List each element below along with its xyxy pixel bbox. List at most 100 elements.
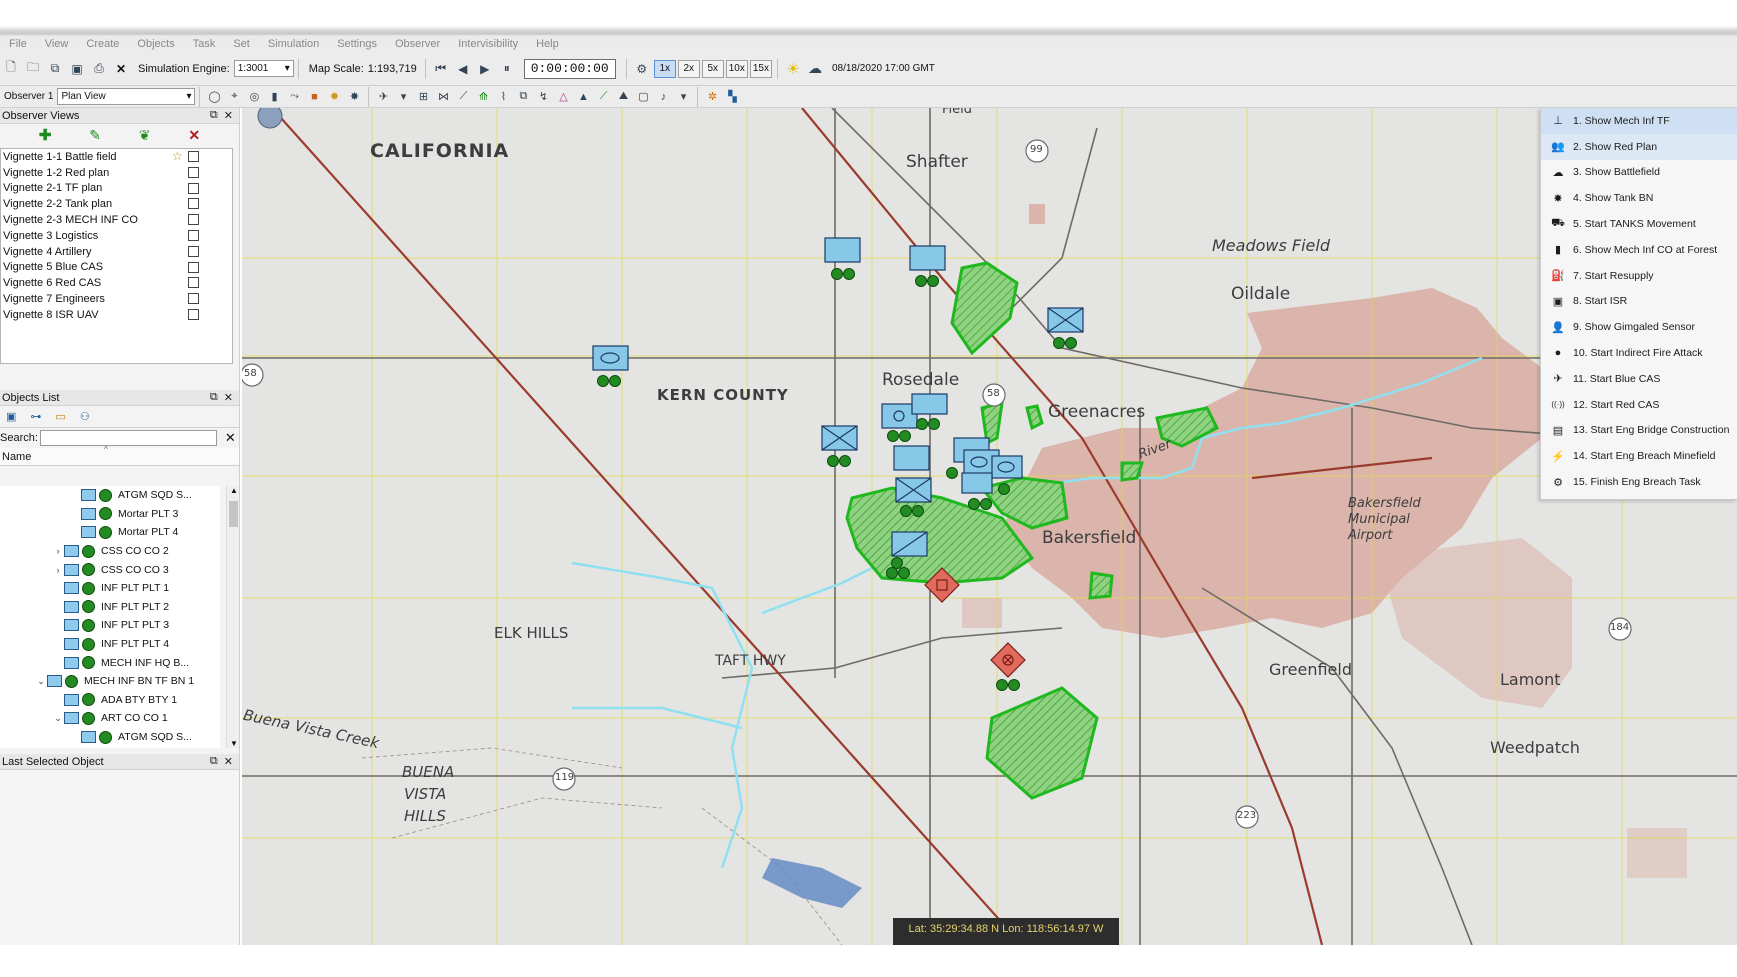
add-view-icon[interactable]: ✚	[39, 126, 52, 144]
menu-item-3[interactable]: ☁ 3. Show Battlefield	[1541, 160, 1737, 186]
tab-hierarchy-icon[interactable]: ⊶	[30, 410, 41, 423]
aircraft-icon[interactable]: ✈	[375, 89, 391, 105]
speed-button-2x[interactable]: 2x	[677, 59, 700, 78]
observer-view-item[interactable]: Vignette 1-2 Red plan	[1, 165, 232, 181]
menu-item-9[interactable]: 👤 9. Show Gimgaled Sensor	[1541, 314, 1737, 340]
menu-item-12[interactable]: ((·)) 12. Start Red CAS	[1541, 392, 1737, 418]
lasso-select-icon[interactable]: ◯	[206, 89, 222, 105]
observer-view-checkbox[interactable]	[188, 261, 199, 273]
menu-item-14[interactable]: ⚡ 14. Start Eng Breach Minefield	[1541, 443, 1737, 469]
skip-start-icon[interactable]: ⏮	[432, 60, 450, 78]
scroll-down-icon[interactable]: ▼	[230, 739, 238, 748]
observer-view-checkbox[interactable]	[188, 245, 199, 257]
battery-icon[interactable]: ▮	[266, 89, 282, 105]
edit-view-icon[interactable]: ✎	[89, 127, 101, 144]
observer-view-checkbox[interactable]	[188, 182, 199, 194]
chevron-down-icon[interactable]: ▾	[675, 89, 691, 105]
explosion-icon[interactable]: ✹	[326, 89, 342, 105]
play-icon[interactable]: ▶	[476, 60, 494, 78]
step-back-icon[interactable]: ◀	[454, 60, 472, 78]
observer-view-item[interactable]: Vignette 2-2 Tank plan	[1, 196, 232, 212]
clear-search-icon[interactable]: ✕	[225, 430, 236, 446]
menu-create[interactable]: Create	[77, 38, 128, 50]
menu-item-6[interactable]: ▮ 6. Show Mech Inf CO at Forest	[1541, 237, 1737, 263]
tree-row[interactable]: ADA BTY BTY 1	[0, 691, 220, 710]
observer-view-checkbox[interactable]	[188, 151, 199, 162]
view-mode-select[interactable]: Plan View ▾	[57, 88, 196, 105]
scroll-thumb[interactable]	[229, 501, 238, 527]
layers-icon[interactable]: ⧉	[515, 89, 531, 105]
observer-view-checkbox[interactable]	[188, 166, 199, 178]
expand-arrow-icon[interactable]: ›	[52, 546, 64, 556]
tab-units-icon[interactable]: ▣	[6, 410, 16, 423]
speed-control-icon[interactable]: ⚙	[633, 60, 651, 78]
menu-objects[interactable]: Objects	[128, 38, 183, 50]
observer-view-item[interactable]: Vignette 1-1 Battle field ☆	[1, 149, 232, 165]
measure-icon[interactable]: ⟋	[455, 89, 471, 105]
network-icon[interactable]: ⋈	[435, 89, 451, 105]
close-panel-icon[interactable]: ✕	[224, 109, 233, 122]
antenna-icon[interactable]: ⌇	[495, 89, 511, 105]
sim-engine-select[interactable]: 1:3001 ▾	[233, 60, 294, 77]
pause-icon[interactable]: ⏸	[498, 60, 516, 78]
chevron-down-icon[interactable]: ▾	[395, 89, 411, 105]
warning-icon[interactable]: △	[555, 89, 571, 105]
map-canvas[interactable]	[242, 108, 1737, 945]
search-input[interactable]	[39, 430, 217, 446]
menu-set[interactable]: Set	[224, 38, 259, 50]
speed-button-5x[interactable]: 5x	[701, 59, 724, 78]
map-tool-icon[interactable]: ⌖	[226, 89, 242, 105]
observer-view-checkbox[interactable]	[188, 293, 199, 305]
speed-button-10x[interactable]: 10x	[725, 59, 748, 78]
observer-view-item[interactable]: Vignette 3 Logistics	[1, 228, 232, 244]
print-icon[interactable]: ⎙	[90, 60, 108, 78]
menu-help[interactable]: Help	[527, 38, 568, 50]
tree-row[interactable]: ⌄ ART CO CO 1	[0, 709, 220, 728]
objects-scrollbar[interactable]: ▲ ▼	[226, 486, 239, 748]
observer-view-checkbox[interactable]	[188, 229, 199, 241]
tree-row[interactable]: INF PLT PLT 3	[0, 616, 220, 635]
line-of-sight-icon[interactable]: ⟋	[595, 89, 611, 105]
tree-row[interactable]: › CSS CO CO 3	[0, 560, 220, 579]
menu-item-8[interactable]: ▣ 8. Start ISR	[1541, 289, 1737, 315]
tree-row[interactable]: ATGM SQD S...	[0, 728, 220, 747]
observer-view-checkbox[interactable]	[188, 198, 199, 210]
new-file-icon[interactable]: 🗋	[2, 60, 20, 78]
expand-arrow-icon[interactable]: ›	[52, 565, 64, 575]
fire-zone-icon[interactable]: ■	[306, 89, 322, 105]
route-icon[interactable]: ⤳	[286, 89, 302, 105]
update-view-icon[interactable]: ❦	[139, 127, 151, 144]
menu-item-4[interactable]: ✸ 4. Show Tank BN	[1541, 185, 1737, 211]
tree-row[interactable]: ATGM SQD S...	[0, 486, 220, 505]
bookmark-icon[interactable]: ▚	[724, 89, 740, 105]
tree-row[interactable]: INF PLT PLT 2	[0, 598, 220, 617]
path-icon[interactable]: ↯	[535, 89, 551, 105]
menu-item-2[interactable]: 👥 2. Show Red Plan	[1541, 133, 1737, 160]
mine-icon[interactable]: ✸	[346, 89, 362, 105]
star-icon[interactable]: ☆	[172, 149, 183, 163]
observer-view-checkbox[interactable]	[188, 308, 199, 320]
sun-icon[interactable]: ☀	[784, 60, 802, 78]
observer-view-item[interactable]: Vignette 5 Blue CAS	[1, 260, 232, 276]
menu-item-1[interactable]: ⊥ 1. Show Mech Inf TF	[1541, 108, 1737, 134]
tree-row[interactable]: Mortar PLT 4	[0, 523, 220, 542]
tree-row[interactable]: Mortar PLT 3	[0, 505, 220, 524]
save-icon[interactable]: ▣	[68, 60, 86, 78]
landscape-icon[interactable]: ⛰	[615, 89, 631, 105]
menu-item-5[interactable]: ⛟ 5. Start TANKS Movement	[1541, 211, 1737, 237]
weather-icon[interactable]: ☁	[806, 60, 824, 78]
observer-view-checkbox[interactable]	[188, 277, 199, 289]
audio-icon[interactable]: ♪	[655, 89, 671, 105]
close-panel-icon[interactable]: ✕	[224, 755, 233, 768]
menu-simulation[interactable]: Simulation	[259, 38, 328, 50]
menu-item-13[interactable]: ▤ 13. Start Eng Bridge Construction	[1541, 418, 1737, 444]
delete-view-icon[interactable]: ✕	[188, 127, 200, 144]
menu-item-10[interactable]: ● 10. Start Indirect Fire Attack	[1541, 340, 1737, 366]
tree-row[interactable]: › CSS CO CO 2	[0, 542, 220, 561]
menu-item-11[interactable]: ✈ 11. Start Blue CAS	[1541, 366, 1737, 392]
menu-settings[interactable]: Settings	[328, 38, 386, 50]
tree-row[interactable]: ⌄ MECH INF BN TF BN 1	[0, 672, 220, 691]
map-view[interactable]: CALIFORNIA KERN COUNTY Shafter Meadows F…	[242, 108, 1737, 945]
tree-row[interactable]: INF PLT PLT 1	[0, 579, 220, 598]
terrain-icon[interactable]: ▲	[575, 89, 591, 105]
